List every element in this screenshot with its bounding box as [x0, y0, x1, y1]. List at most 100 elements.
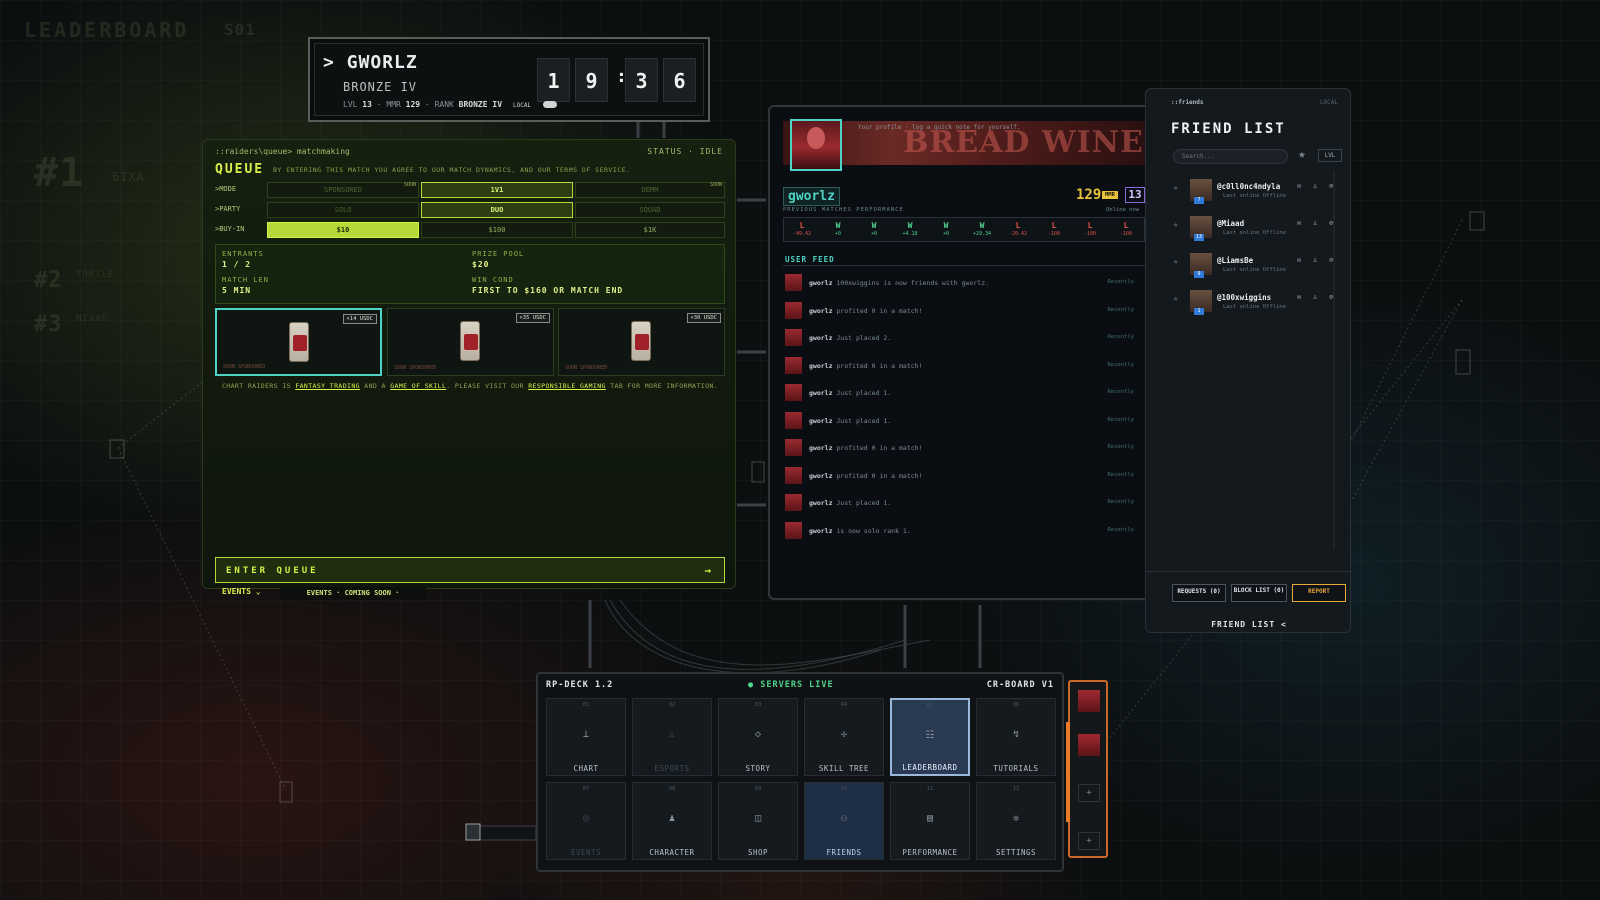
party-option-squad[interactable]: SQUAD [575, 202, 725, 218]
add-friend-icon[interactable]: ♙ [1313, 219, 1317, 227]
block-list-button[interactable]: BLOCK LIST (0) [1231, 584, 1287, 602]
friend-row[interactable]: ★ 13 @Miaad Last online Offline ✉ ♙ ⊘ [1173, 216, 1341, 250]
ticket-card[interactable]: ×30 USDC SOON SPONSORED [558, 308, 725, 376]
feed-user[interactable]: gworlz [809, 362, 832, 370]
feed-user[interactable]: gworlz [809, 334, 832, 342]
ticket-icon [631, 321, 651, 361]
party-option-solo[interactable]: SOLO [267, 202, 419, 218]
feed-avatar[interactable] [785, 329, 802, 346]
tile-chart[interactable]: 01 ⊥ CHART [546, 698, 626, 776]
message-icon[interactable]: ✉ [1297, 219, 1301, 227]
feed-avatar[interactable] [785, 466, 802, 484]
feed-user[interactable]: gworlz [809, 444, 832, 452]
avatar[interactable] [1078, 690, 1100, 712]
enter-queue-button[interactable]: ENTER QUEUE → [215, 557, 725, 583]
report-button[interactable]: REPORT [1292, 584, 1346, 602]
tile-esports[interactable]: 02 ♙ ESPORTS [632, 698, 712, 776]
buyin-label: >BUY-IN [215, 225, 245, 233]
player-stats-line: LVL 13 · MMR 129 · RANK BRONZE IV [343, 100, 503, 109]
tile-performance[interactable]: 11 ▤ PERFORMANCE [890, 782, 970, 860]
feed-user[interactable]: gworlz [809, 279, 832, 287]
feed-user[interactable]: gworlz [809, 307, 832, 315]
message-icon[interactable]: ✉ [1297, 293, 1301, 301]
friend-row[interactable]: ★ 1 @100xwiggins Last online Offline ✉ ♙ ⊘ [1173, 290, 1341, 324]
star-icon[interactable]: ★ [1173, 183, 1178, 193]
soon-tag: SOON [403, 182, 416, 188]
friend-level: 9 [1194, 271, 1204, 278]
friends-panel: ::friends LOCAL FRIEND LIST ★ LVL ★7@c0l… [1145, 88, 1352, 633]
tile-events[interactable]: 07 ◎ EVENTS [546, 782, 626, 860]
queue-panel: ::raiders\queue> matchmaking STATUS · ID… [202, 139, 736, 589]
feed-avatar[interactable] [785, 384, 802, 401]
mode-option-1v1[interactable]: 1V1 [421, 182, 573, 198]
mmr-badge: MMR [1102, 191, 1118, 199]
message-icon[interactable]: ✉ [1297, 256, 1301, 264]
tile-character[interactable]: 08 ♟ CHARACTER [632, 782, 712, 860]
star-icon[interactable]: ★ [1173, 294, 1178, 304]
feed-user[interactable]: gworlz [809, 472, 832, 480]
match-outcome: L [799, 221, 805, 230]
match-delta: +0 [942, 231, 950, 237]
feed-user[interactable]: gworlz [809, 417, 832, 425]
events-dropdown[interactable]: EVENTS ⌄ [222, 587, 261, 596]
star-icon[interactable]: ★ [1298, 147, 1306, 162]
feed-avatar[interactable] [785, 521, 802, 539]
settings-icon: ✲ [1012, 813, 1020, 824]
feed-avatar[interactable] [785, 274, 802, 291]
buyin-option-10[interactable]: $10 [267, 222, 419, 238]
responsible-gaming-link[interactable]: RESPONSIBLE GAMING [528, 382, 606, 390]
ticket-card[interactable]: ×14 USDC SOON SPONSORED [215, 308, 382, 376]
requests-button[interactable]: REQUESTS (0) [1172, 584, 1226, 602]
profile-note[interactable]: Your profile · log a quick note for your… [858, 124, 1021, 131]
tile-tutorials[interactable]: 06 ↯ TUTORIALS [976, 698, 1056, 776]
tile-label: SHOP [747, 848, 769, 857]
friend-row[interactable]: ★ 7 @c0ll0nc4ndyla Last online Offline ✉ ♙ ⊘ [1173, 179, 1341, 213]
party-option-duo[interactable]: DUO [421, 202, 573, 218]
friend-row[interactable]: ★ 9 @LiamsBe Last online Offline ✉ ♙ ⊘ [1173, 253, 1341, 287]
tile-story[interactable]: 03 ◇ STORY [718, 698, 798, 776]
star-icon[interactable]: ★ [1173, 257, 1178, 267]
tile-leaderboard[interactable]: 05 ☷ LEADERBOARD [890, 698, 970, 776]
add-friend-icon[interactable]: ♙ [1313, 256, 1317, 264]
mode-option-sponsored[interactable]: SPONSORED SOON [267, 182, 419, 198]
scrollbar[interactable] [1333, 171, 1335, 549]
feed-user[interactable]: gworlz [809, 527, 832, 535]
add-icon[interactable]: + [1078, 832, 1100, 850]
ticket-icon [289, 322, 309, 362]
avatar[interactable] [790, 119, 842, 171]
feed-avatar[interactable] [785, 494, 802, 511]
buyin-option-100[interactable]: $100 [421, 222, 573, 238]
feed-avatar[interactable] [785, 411, 802, 429]
tile-friends[interactable]: 10 ⚇ FRIENDS [804, 782, 884, 860]
fantasy-trading-link[interactable]: FANTASY TRADING [295, 382, 360, 390]
match-outcome: W [871, 221, 877, 230]
friend-list-toggle[interactable]: FRIEND LIST < [1146, 620, 1352, 629]
add-friend-icon[interactable]: ♙ [1313, 293, 1317, 301]
buyin-option-1k[interactable]: $1K [575, 222, 725, 238]
avatar[interactable] [1078, 734, 1100, 756]
add-icon[interactable]: + [1078, 784, 1100, 802]
tile-settings[interactable]: 12 ✲ SETTINGS [976, 782, 1056, 860]
feed-time: Recently [1107, 499, 1135, 505]
mmr-value: 129 [405, 100, 421, 109]
feed-time: Recently [1107, 471, 1135, 478]
prize-value: $20 [472, 260, 490, 269]
feed-user[interactable]: gworlz [809, 389, 832, 397]
tile-skill-tree[interactable]: 04 ✢ SKILL TREE [804, 698, 884, 776]
friend-search-input[interactable] [1173, 149, 1288, 164]
game-of-skill-link[interactable]: GAME OF SKILL [390, 382, 446, 390]
feed-avatar[interactable] [785, 356, 802, 374]
feed-user[interactable]: gworlz [809, 499, 832, 507]
star-icon[interactable]: ★ [1173, 220, 1178, 230]
message-icon[interactable]: ✉ [1297, 182, 1301, 190]
add-friend-icon[interactable]: ♙ [1313, 182, 1317, 190]
ticket-card[interactable]: ×35 USDC SOON SPONSORED [387, 308, 554, 376]
tile-shop[interactable]: 09 ◫ SHOP [718, 782, 798, 860]
local-toggle[interactable] [543, 101, 557, 108]
feed-avatar[interactable] [785, 301, 802, 319]
feed-avatar[interactable] [785, 439, 802, 456]
feed-text: gworlz Just placed 1. [809, 389, 891, 397]
lvl-sort-button[interactable]: LVL [1318, 149, 1342, 162]
rp-deck: RP-DECK 1.2 ● SERVERS LIVE CR-BOARD V1 0… [536, 672, 1064, 872]
mode-option-demm[interactable]: DEMM SOON [575, 182, 725, 198]
